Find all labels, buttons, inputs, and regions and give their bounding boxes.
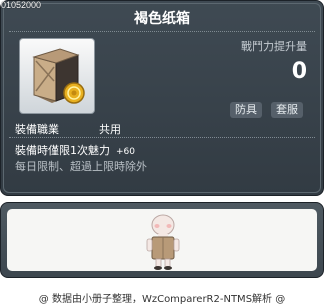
preview-area — [7, 209, 317, 271]
character-avatar-icon — [146, 214, 180, 270]
limit-text: 每日限制、超過上限時除外 — [15, 160, 147, 173]
requirement-text: 裝備時僅限1次魅力 +60 — [15, 142, 135, 158]
item-tooltip: 褐色纸箱 戰鬥力提升量 0 防具 套服 裝備職業 共用 裝備時僅限1次魅力 +60… — [0, 0, 324, 196]
item-id: 01052000 — [1, 0, 42, 10]
section-divider — [9, 137, 315, 138]
item-title: 褐色纸箱 — [134, 11, 190, 27]
requirement-main: 裝備時僅限1次魅力 — [15, 144, 110, 157]
item-icon-frame — [19, 38, 95, 114]
combat-power-value: 0 — [291, 59, 307, 84]
charm-bonus: +60 — [116, 147, 135, 157]
character-preview-panel — [0, 202, 324, 278]
tag-armor: 防具 — [230, 102, 262, 118]
credit-footer: @ 数据由小册子整理，WzComparerR2-NTMS解析 @ — [38, 294, 286, 305]
combat-power-label: 戰鬥力提升量 — [241, 40, 307, 53]
tag-outfit: 套服 — [271, 102, 303, 118]
brown-box-icon — [32, 48, 85, 104]
job-label: 裝備職業 — [15, 123, 59, 136]
job-value: 共用 — [99, 123, 121, 136]
title-divider — [9, 31, 315, 32]
